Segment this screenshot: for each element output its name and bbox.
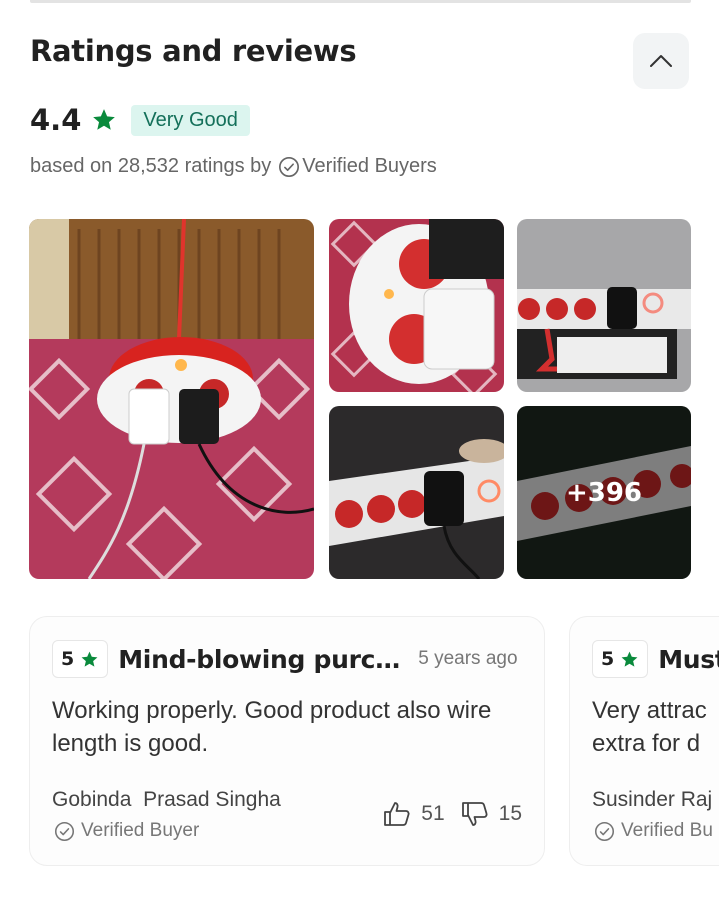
rating-label-badge: Very Good xyxy=(131,104,250,136)
verified-check-icon xyxy=(594,821,615,841)
review-title: Must xyxy=(658,644,719,674)
not-helpful-button[interactable]: 15 xyxy=(461,801,522,827)
review-star-count: 5 xyxy=(61,648,75,670)
verified-check-icon xyxy=(54,821,75,841)
collapse-button[interactable] xyxy=(633,33,689,89)
more-photos-count: +396 xyxy=(517,406,691,579)
review-body: Working properly. Good product also wire… xyxy=(52,697,492,757)
review-photo-2[interactable] xyxy=(329,219,504,392)
ratings-count-text: based on 28,532 ratings by Verified Buye… xyxy=(30,155,437,178)
thumbs-down-icon xyxy=(461,802,488,826)
review-photo-3[interactable] xyxy=(517,219,691,392)
section-title: Ratings and reviews xyxy=(30,34,357,68)
review-votes: 51 15 xyxy=(383,801,522,827)
review-star-chip: 5 xyxy=(592,640,649,678)
verified-buyer-label: Verified Bu xyxy=(621,820,713,841)
review-photo-more[interactable]: +396 xyxy=(517,406,691,579)
review-time: 5 years ago xyxy=(418,648,518,669)
top-divider xyxy=(30,0,691,3)
thumbs-up-icon xyxy=(384,802,410,826)
ratings-count-prefix: based on 28,532 ratings by xyxy=(30,155,272,177)
review-star-chip: 5 xyxy=(52,640,109,678)
verified-buyer-label: Verified Buyer xyxy=(81,820,200,841)
rating-summary: 4.4 Very Good xyxy=(30,102,250,138)
helpful-count: 51 xyxy=(421,802,445,825)
review-card: 5 Must Very attrac extra for d Susinder … xyxy=(569,616,719,866)
review-photo-1[interactable] xyxy=(29,219,314,579)
review-title: Mind-blowing purchase xyxy=(118,644,400,674)
verified-buyer-tag: Verified Bu xyxy=(594,820,713,842)
review-photo-4[interactable] xyxy=(329,406,504,579)
verified-buyer-tag: Verified Buyer xyxy=(54,820,199,842)
not-helpful-count: 15 xyxy=(498,802,522,825)
star-icon xyxy=(621,651,638,667)
review-author: Susinder Raj xyxy=(592,788,713,811)
review-author: Gobinda Prasad Singha xyxy=(52,788,281,811)
verified-buyers-label: Verified Buyers xyxy=(302,155,437,177)
review-star-count: 5 xyxy=(601,648,615,670)
chevron-up-icon xyxy=(650,55,672,67)
helpful-button[interactable]: 51 xyxy=(383,801,445,827)
verified-check-icon xyxy=(278,156,300,178)
review-body: Very attrac extra for d xyxy=(592,697,707,757)
star-icon xyxy=(91,107,117,133)
rating-value: 4.4 xyxy=(30,103,82,137)
star-icon xyxy=(81,651,98,667)
review-card: 5 Mind-blowing purchase 5 years ago Work… xyxy=(29,616,545,866)
